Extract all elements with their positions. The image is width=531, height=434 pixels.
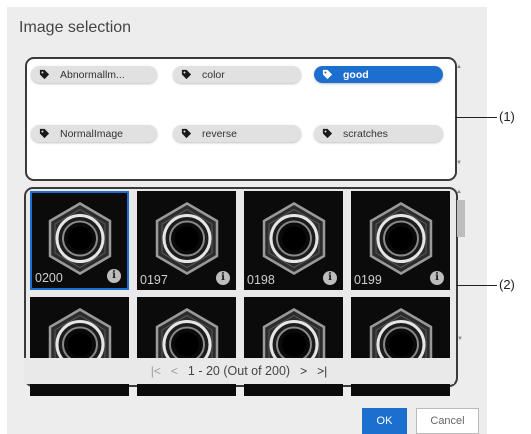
tag-good[interactable]: good bbox=[314, 66, 443, 83]
pagination: |< < 1 - 20 (Out of 200) > >| bbox=[24, 358, 454, 384]
thumbnail-caption: 0197 bbox=[140, 273, 168, 287]
next-page-button[interactable]: > bbox=[300, 364, 307, 378]
tag-label: reverse bbox=[202, 127, 238, 140]
tag-scroll-down[interactable]: ▼ bbox=[456, 160, 462, 166]
page-range-label: 1 - 20 (Out of 200) bbox=[187, 364, 291, 378]
image-scrollbar-thumb[interactable] bbox=[457, 200, 465, 237]
tag-icon bbox=[181, 128, 192, 139]
image-thumbnail[interactable]: 0198 i bbox=[244, 191, 343, 290]
tag-label: color bbox=[202, 68, 225, 81]
tag-icon bbox=[39, 69, 50, 80]
info-icon[interactable]: i bbox=[430, 271, 444, 285]
callout-leader-2 bbox=[456, 285, 497, 286]
tag-label: Abnormallm... bbox=[60, 68, 125, 81]
cancel-button[interactable]: Cancel bbox=[416, 408, 479, 434]
tag-scratches[interactable]: scratches bbox=[314, 125, 443, 142]
image-thumbnail[interactable]: 0199 i bbox=[351, 191, 450, 290]
thumbnail-caption: 0199 bbox=[354, 273, 382, 287]
tag-label: NormalImage bbox=[60, 127, 124, 140]
info-icon[interactable]: i bbox=[323, 271, 337, 285]
nut-image bbox=[255, 199, 333, 282]
callout-label-1: (1) bbox=[499, 109, 515, 124]
thumbnail-caption: 0198 bbox=[247, 273, 275, 287]
tag-icon bbox=[322, 128, 333, 139]
tag-normal-image[interactable]: NormalImage bbox=[31, 125, 157, 142]
nut-image bbox=[148, 199, 226, 282]
tag-icon bbox=[322, 69, 333, 80]
nut-image bbox=[41, 199, 119, 282]
tag-color[interactable]: color bbox=[173, 66, 301, 83]
tag-label: scratches bbox=[343, 127, 388, 140]
callout-label-2: (2) bbox=[499, 277, 515, 292]
tag-scroll-up[interactable]: ▲ bbox=[456, 64, 462, 70]
tag-abnormal[interactable]: Abnormallm... bbox=[31, 66, 157, 83]
info-icon[interactable]: i bbox=[107, 269, 121, 283]
first-page-button[interactable]: |< bbox=[151, 364, 161, 378]
image-thumbnail[interactable]: 0200 i bbox=[30, 191, 129, 290]
callout-leader-1 bbox=[455, 117, 497, 118]
last-page-button[interactable]: >| bbox=[317, 364, 327, 378]
image-scroll-up[interactable]: ▲ bbox=[456, 189, 462, 195]
ok-button[interactable]: OK bbox=[362, 408, 407, 434]
dialog-title: Image selection bbox=[19, 19, 132, 36]
tag-icon bbox=[39, 128, 50, 139]
tag-reverse[interactable]: reverse bbox=[173, 125, 301, 142]
info-icon[interactable]: i bbox=[216, 271, 230, 285]
image-thumbnail[interactable]: 0197 i bbox=[137, 191, 236, 290]
tag-icon bbox=[181, 69, 192, 80]
thumbnail-caption: 0200 bbox=[35, 271, 63, 285]
nut-image bbox=[362, 199, 440, 282]
image-scroll-down[interactable]: ▼ bbox=[457, 336, 463, 342]
tag-label: good bbox=[343, 68, 369, 81]
prev-page-button[interactable]: < bbox=[171, 364, 178, 378]
